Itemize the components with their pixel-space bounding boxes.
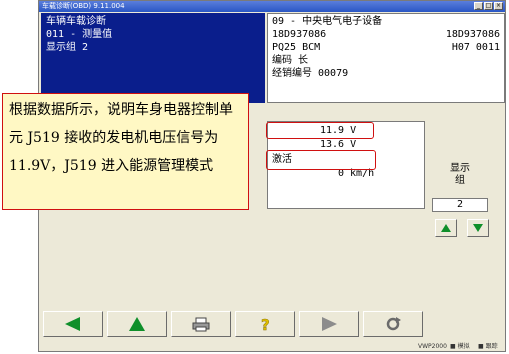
display-group-label-line2: 组 <box>455 175 465 186</box>
title-bar: 车载诊断(OBD) 9.11.004 _ □ × <box>39 1 505 12</box>
window-title: 车载诊断(OBD) 9.11.004 <box>42 2 125 10</box>
forward-button[interactable] <box>299 311 359 337</box>
component-name: PQ25 BCM <box>272 42 321 53</box>
display-group-label-line1: 显示 <box>450 163 470 174</box>
status-simulate: ■ 模拟 <box>450 341 470 352</box>
highlight-voltage-box <box>266 122 374 139</box>
function-panel: 车辆车载诊断 011 - 测量值 显示组 2 <box>41 13 265 103</box>
print-button[interactable] <box>171 311 231 337</box>
status-simulate-label: 模拟 <box>457 343 470 350</box>
forward-arrow-icon <box>322 317 337 331</box>
display-group-label: 显示 组 <box>432 163 488 187</box>
status-bar: VWP2000 ■ 模拟 ■ 跟踪 <box>38 341 506 352</box>
annotation-callout: 根据数据所示，说明车身电器控制单元 J519 接收的发电机电压信号为 11.9V… <box>2 93 249 210</box>
ecu-info-panel: 09 - 中央电气电子设备 18D937086 18D937086 PQ25 B… <box>267 13 505 103</box>
up-arrow-icon <box>129 317 145 331</box>
display-group-title: 显示组 2 <box>46 42 89 53</box>
ecu-address: 09 - 中央电气电子设备 <box>272 16 383 27</box>
group-up-button[interactable] <box>435 219 457 237</box>
function-title: 车辆车载诊断 <box>46 16 106 27</box>
status-trace: ■ 跟踪 <box>478 341 498 352</box>
up-button[interactable] <box>107 311 167 337</box>
back-button[interactable] <box>43 311 103 337</box>
help-icon: ? <box>261 316 270 332</box>
help-button[interactable]: ? <box>235 311 295 337</box>
coding-label: 编码 长 <box>272 55 309 66</box>
back-arrow-icon <box>65 317 80 331</box>
status-indicator-icon: ■ <box>478 343 484 350</box>
close-button[interactable]: × <box>494 2 503 10</box>
refresh-button[interactable] <box>363 311 423 337</box>
status-indicator-icon: ■ <box>450 343 456 350</box>
group-down-button[interactable] <box>467 219 489 237</box>
dealer-number: 经销编号 00079 <box>272 68 349 79</box>
down-triangle-icon <box>473 224 483 232</box>
status-app: VWP2000 <box>418 343 447 350</box>
minimize-button[interactable]: _ <box>474 2 483 10</box>
part-number-right: 18D937086 <box>445 29 500 40</box>
refresh-icon <box>386 317 401 331</box>
svg-text:?: ? <box>261 316 270 332</box>
display-group-input[interactable]: 2 <box>432 198 488 212</box>
window-controls: _ □ × <box>474 2 503 10</box>
up-triangle-icon <box>441 224 451 232</box>
maximize-button[interactable]: □ <box>484 2 493 10</box>
function-mode: 011 - 测量值 <box>46 29 113 40</box>
highlight-status-box <box>266 150 376 170</box>
printer-icon <box>192 317 210 332</box>
status-trace-label: 跟踪 <box>485 343 498 350</box>
part-number: 18D937086 <box>272 29 327 40</box>
software-version: H07 0011 <box>451 42 500 53</box>
